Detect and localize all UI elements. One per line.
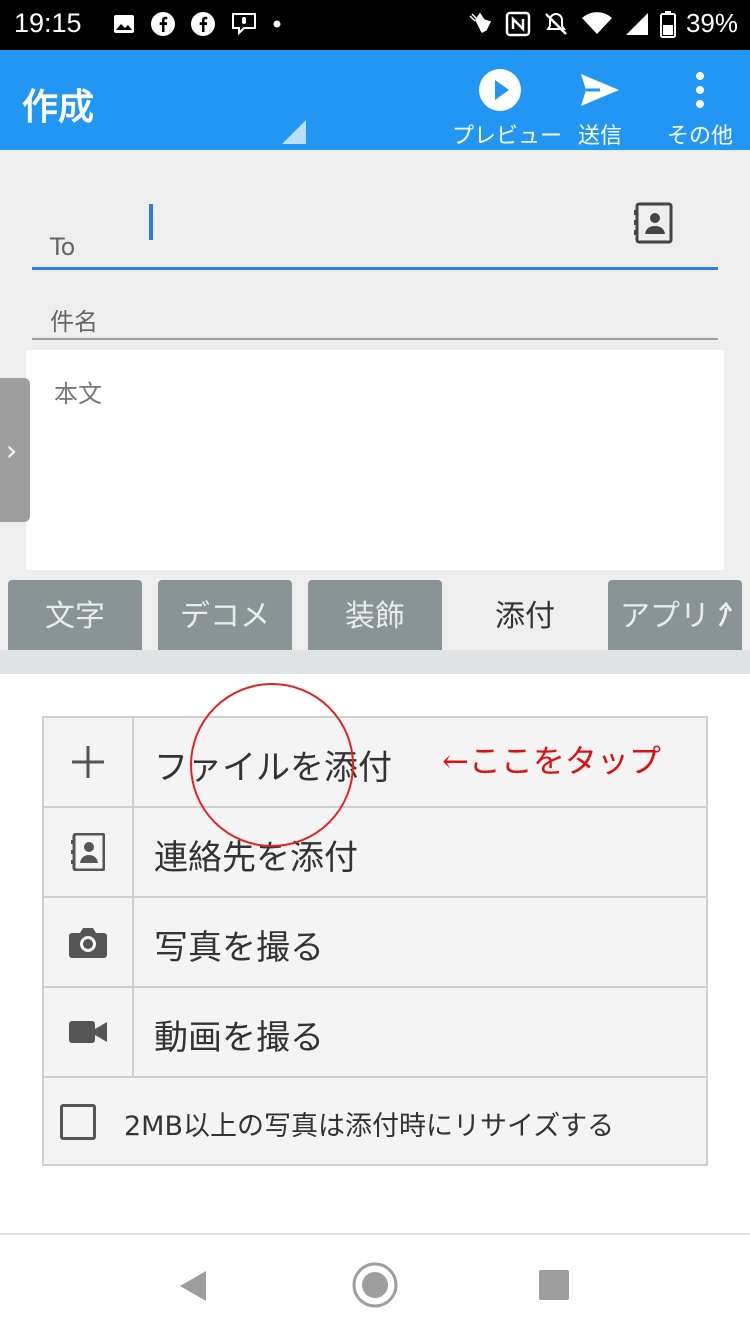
to-field[interactable]: To bbox=[32, 186, 718, 270]
video-camera-icon bbox=[69, 1021, 107, 1043]
take-photo-item[interactable]: 写真を撮る bbox=[44, 898, 706, 988]
facebook-icon bbox=[151, 12, 175, 36]
nfc-icon bbox=[505, 11, 531, 36]
title-dropdown-indicator[interactable] bbox=[282, 120, 306, 144]
play-circle-icon bbox=[479, 69, 521, 111]
preview-button[interactable]: プレビュー bbox=[452, 68, 563, 150]
tab-apps-label: アプリ bbox=[620, 599, 710, 634]
tab-attach[interactable]: 添付 bbox=[458, 580, 592, 650]
subject-field[interactable]: 件名 bbox=[32, 284, 718, 340]
take-photo-label: 写真を撮る bbox=[154, 928, 324, 968]
attach-menu: ファイルを添付 連絡先を添付 写真を撮る 動画を撮る 2MB以上の写真は添付時に… bbox=[42, 716, 708, 1166]
contact-card-icon bbox=[71, 833, 105, 871]
more-vertical-icon bbox=[696, 72, 704, 108]
resize-label: 2MB以上の写真は添付時にリサイズする bbox=[124, 1111, 615, 1142]
dot-icon bbox=[273, 20, 281, 28]
tab-decome[interactable]: デコメ bbox=[158, 580, 292, 650]
app-bar: 作成 プレビュー 送信 その他 bbox=[0, 50, 750, 150]
tab-apps[interactable]: アプリ bbox=[608, 580, 742, 650]
camera-icon bbox=[69, 928, 107, 958]
record-video-label: 動画を撮る bbox=[154, 1018, 324, 1058]
mute-bell-icon bbox=[545, 12, 567, 35]
to-label: To bbox=[50, 233, 76, 261]
more-button[interactable]: その他 bbox=[660, 68, 740, 150]
contact-picker-icon[interactable] bbox=[634, 202, 674, 244]
annotation-text: ←ここをタップ bbox=[442, 742, 661, 780]
image-icon bbox=[114, 15, 134, 33]
wifi-icon bbox=[581, 11, 612, 34]
navigation-bar bbox=[0, 1233, 750, 1333]
plus-icon bbox=[72, 746, 104, 778]
side-panel-handle[interactable]: › bbox=[0, 378, 30, 522]
compose-area: To 件名 本文 › bbox=[0, 150, 750, 580]
arrow-up-icon bbox=[718, 602, 732, 627]
body-field[interactable]: 本文 bbox=[26, 350, 724, 570]
resize-option[interactable]: 2MB以上の写真は添付時にリサイズする bbox=[44, 1078, 706, 1166]
tab-decoration[interactable]: 装飾 bbox=[308, 580, 442, 650]
subject-label: 件名 bbox=[50, 308, 98, 336]
page-title: 作成 bbox=[22, 87, 95, 128]
status-time: 19:15 bbox=[14, 8, 82, 38]
battery-icon bbox=[659, 10, 676, 38]
facebook-icon bbox=[191, 12, 215, 36]
record-video-item[interactable]: 動画を撮る bbox=[44, 988, 706, 1078]
body-label: 本文 bbox=[54, 380, 102, 408]
send-button[interactable]: 送信 bbox=[560, 68, 640, 150]
touch-icon bbox=[469, 12, 492, 33]
recents-icon[interactable] bbox=[538, 1269, 570, 1301]
signal-icon bbox=[625, 12, 648, 35]
preview-label: プレビュー bbox=[452, 124, 563, 149]
send-icon bbox=[581, 74, 619, 106]
more-label: その他 bbox=[666, 124, 733, 149]
text-cursor bbox=[149, 204, 153, 240]
resize-checkbox[interactable] bbox=[60, 1104, 96, 1140]
annotation-circle bbox=[190, 683, 354, 847]
home-icon[interactable] bbox=[351, 1261, 399, 1309]
send-label: 送信 bbox=[577, 124, 622, 149]
back-icon[interactable] bbox=[176, 1269, 210, 1303]
battery-percent: 39% bbox=[685, 8, 738, 38]
tab-underline-strip bbox=[0, 650, 750, 674]
chevron-right-icon: › bbox=[6, 434, 18, 467]
status-bar: 19:15 39% bbox=[0, 0, 750, 50]
tab-text[interactable]: 文字 bbox=[8, 580, 142, 650]
tab-bar: 文字 デコメ 装飾 添付 アプリ bbox=[0, 580, 750, 652]
attach-contact-item[interactable]: 連絡先を添付 bbox=[44, 808, 706, 898]
voice-message-icon bbox=[232, 13, 256, 36]
